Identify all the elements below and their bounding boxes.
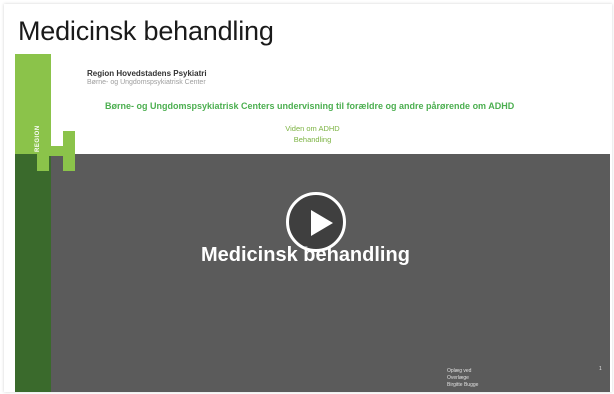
slide-number: 1 xyxy=(599,366,602,372)
play-icon xyxy=(311,210,333,236)
org-name: Region Hovedstadens Psykiatri xyxy=(87,69,207,78)
presenter-title: Overlæge xyxy=(447,375,469,381)
brand-strip-dark xyxy=(15,154,51,392)
slide-topic: Viden om ADHD xyxy=(285,124,340,133)
presenter-name: Birgitte Bugge xyxy=(447,382,479,388)
slide-subtopic: Behandling xyxy=(293,135,332,144)
page-title: Medicinsk behandling xyxy=(18,16,274,46)
presenter-info: Oplæg ved Overlæge Birgitte Bugge xyxy=(447,368,478,389)
play-button[interactable] xyxy=(286,192,346,252)
org-subtitle: Børne- og Ungdomspsykiatrisk Center xyxy=(87,79,206,86)
presenter-line: Oplæg ved xyxy=(447,368,472,374)
slide-headline: Børne- og Ungdomspsykiatrisk Centers und… xyxy=(105,101,515,111)
video-player[interactable]: REGION Region Hovedstadens Psykiatri Bør… xyxy=(15,54,610,392)
